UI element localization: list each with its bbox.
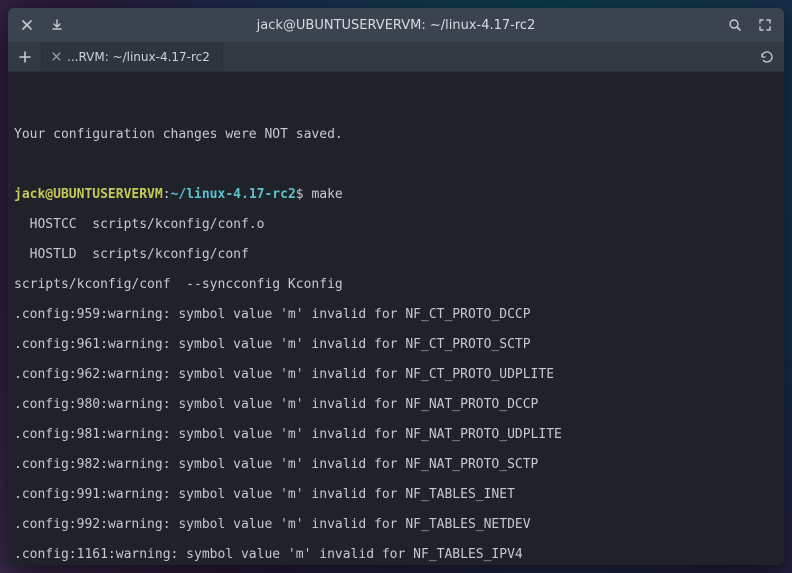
terminal-line (14, 97, 778, 112)
terminal-line: .config:980:warning: symbol value 'm' in… (14, 397, 778, 412)
titlebar: jack@UBUNTUSERVERVM: ~/linux-4.17-rc2 (8, 8, 784, 42)
prompt-dollar: $ (296, 187, 304, 202)
terminal-line: scripts/kconfig/conf --syncconfig Kconfi… (14, 277, 778, 292)
tab-label: ...RVM: ~/linux-4.17-rc2 (67, 50, 210, 64)
terminal-viewport[interactable]: Your configuration changes were NOT save… (8, 72, 784, 565)
prompt-sep: : (163, 187, 171, 202)
prompt-path: ~/linux-4.17-rc2 (171, 187, 296, 202)
new-tab-button[interactable] (8, 42, 42, 71)
download-icon[interactable] (46, 14, 68, 36)
fullscreen-icon[interactable] (754, 14, 776, 36)
terminal-window: jack@UBUNTUSERVERVM: ~/linux-4.17-rc2 ..… (8, 8, 784, 565)
terminal-line: .config:962:warning: symbol value 'm' in… (14, 367, 778, 382)
terminal-line: .config:959:warning: symbol value 'm' in… (14, 307, 778, 322)
tabbar: ...RVM: ~/linux-4.17-rc2 (8, 42, 784, 72)
terminal-line: .config:982:warning: symbol value 'm' in… (14, 457, 778, 472)
prompt-user: jack@UBUNTUSERVERVM (14, 187, 163, 202)
tab-terminal[interactable]: ...RVM: ~/linux-4.17-rc2 (42, 42, 223, 71)
close-tab-icon[interactable] (52, 52, 61, 61)
terminal-line: .config:961:warning: symbol value 'm' in… (14, 337, 778, 352)
search-icon[interactable] (724, 14, 746, 36)
terminal-line: .config:991:warning: symbol value 'm' in… (14, 487, 778, 502)
close-icon[interactable] (16, 14, 38, 36)
terminal-line: .config:981:warning: symbol value 'm' in… (14, 427, 778, 442)
terminal-line: .config:992:warning: symbol value 'm' in… (14, 517, 778, 532)
history-icon[interactable] (750, 42, 784, 71)
prompt-line: jack@UBUNTUSERVERVM:~/linux-4.17-rc2$ ma… (14, 187, 778, 202)
terminal-line (14, 157, 778, 172)
prompt-command: make (311, 187, 342, 202)
terminal-line: HOSTLD scripts/kconfig/conf (14, 247, 778, 262)
terminal-line: HOSTCC scripts/kconfig/conf.o (14, 217, 778, 232)
terminal-line: Your configuration changes were NOT save… (14, 127, 778, 142)
terminal-line: .config:1161:warning: symbol value 'm' i… (14, 547, 778, 562)
window-title: jack@UBUNTUSERVERVM: ~/linux-4.17-rc2 (76, 18, 716, 33)
tabbar-spacer (223, 42, 750, 71)
